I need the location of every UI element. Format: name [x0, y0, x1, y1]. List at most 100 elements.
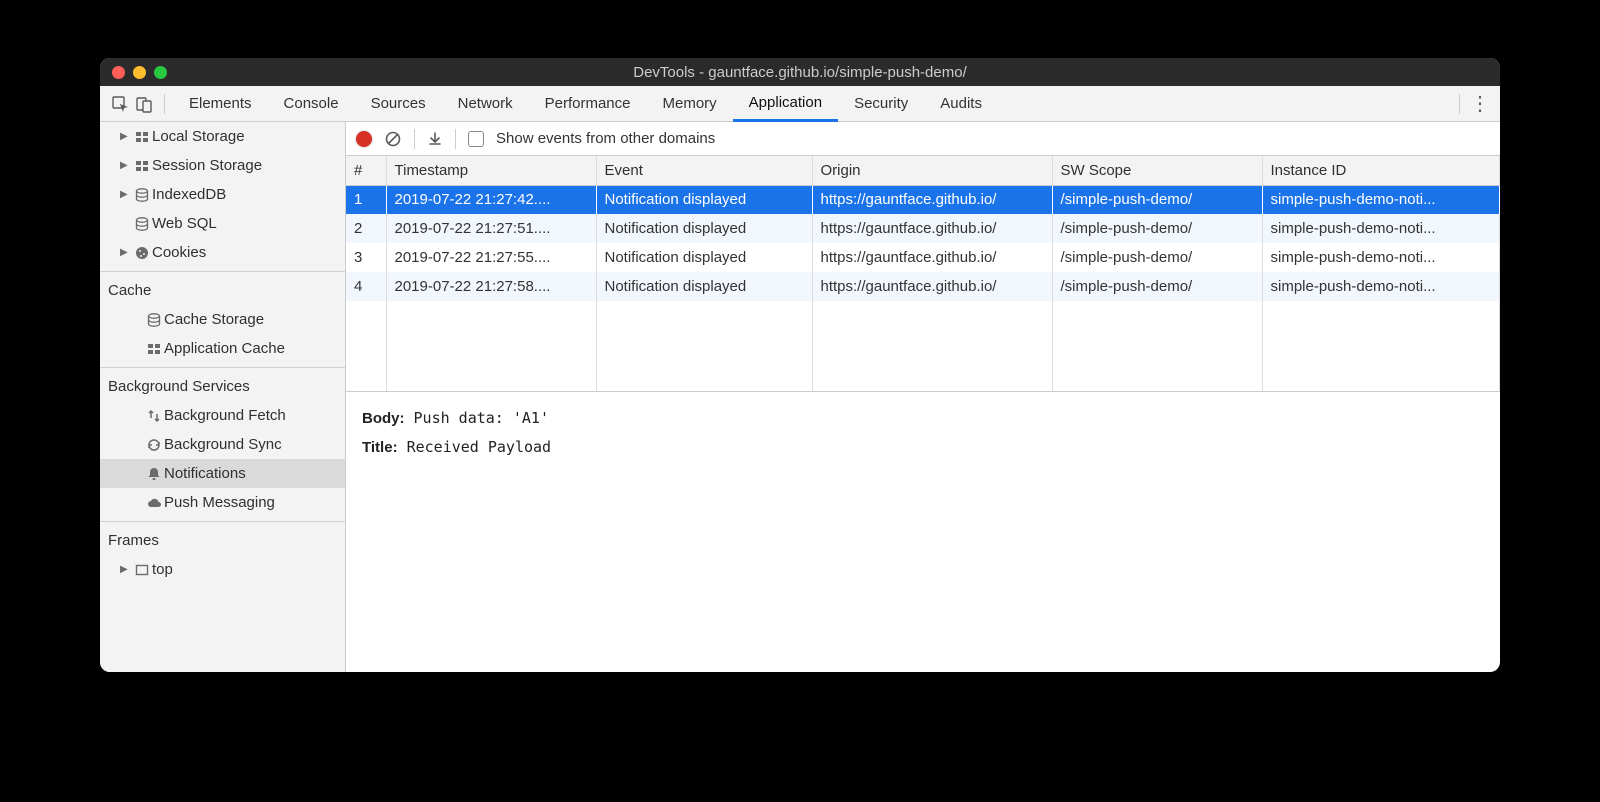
- item-icon: [144, 312, 164, 328]
- show-other-domains-checkbox[interactable]: [468, 131, 484, 147]
- tab-sources[interactable]: Sources: [355, 86, 442, 122]
- detail-title-label: Title:: [362, 439, 398, 456]
- tab-performance[interactable]: Performance: [529, 86, 647, 122]
- expand-arrow-icon: ▶: [120, 160, 132, 171]
- cell-origin: https://gauntface.github.io/: [812, 243, 1052, 272]
- cell-scope: /simple-push-demo/: [1052, 272, 1262, 301]
- sidebar-item-label: Web SQL: [152, 215, 217, 232]
- item-icon: [144, 466, 164, 482]
- cell-instance: simple-push-demo-noti...: [1262, 214, 1500, 243]
- cell-scope: /simple-push-demo/: [1052, 214, 1262, 243]
- cell-ts: 2019-07-22 21:27:58....: [386, 272, 596, 301]
- expand-arrow-icon: ▶: [120, 564, 132, 575]
- sidebar-item-indexeddb[interactable]: ▶IndexedDB: [100, 180, 345, 209]
- window-title: DevTools - gauntface.github.io/simple-pu…: [633, 64, 967, 81]
- sidebar-item-application-cache[interactable]: Application Cache: [100, 334, 345, 363]
- item-icon: [132, 187, 152, 203]
- download-icon[interactable]: [427, 131, 443, 147]
- col-header[interactable]: #: [346, 156, 386, 185]
- col-header[interactable]: SW Scope: [1052, 156, 1262, 185]
- inspect-element-icon[interactable]: [108, 95, 132, 113]
- show-other-domains-label: Show events from other domains: [496, 130, 715, 147]
- table-row[interactable]: 32019-07-22 21:27:55....Notification dis…: [346, 243, 1500, 272]
- cell-ts: 2019-07-22 21:27:55....: [386, 243, 596, 272]
- cell-instance: simple-push-demo-noti...: [1262, 243, 1500, 272]
- sidebar-item-web-sql[interactable]: Web SQL: [100, 209, 345, 238]
- tab-memory[interactable]: Memory: [647, 86, 733, 122]
- cell-num: 4: [346, 272, 386, 301]
- sidebar-item-label: Notifications: [164, 465, 246, 482]
- sidebar-item-cache-storage[interactable]: Cache Storage: [100, 305, 345, 334]
- cell-scope: /simple-push-demo/: [1052, 243, 1262, 272]
- application-sidebar: ▶ Local Storage ▶ Session Storage ▶IndexedDB…: [100, 122, 346, 672]
- cell-event: Notification displayed: [596, 243, 812, 272]
- devtools-window: DevTools - gauntface.github.io/simple-pu…: [100, 58, 1500, 672]
- col-header[interactable]: Timestamp: [386, 156, 596, 185]
- cell-ts: 2019-07-22 21:27:51....: [386, 214, 596, 243]
- table-row[interactable]: 12019-07-22 21:27:42....Notification dis…: [346, 185, 1500, 214]
- cell-num: 3: [346, 243, 386, 272]
- table-filler: [346, 301, 1500, 391]
- item-icon: [132, 562, 152, 578]
- cell-origin: https://gauntface.github.io/: [812, 214, 1052, 243]
- sidebar-item-label: Cache Storage: [164, 311, 264, 328]
- item-icon: [144, 495, 164, 511]
- item-icon: [132, 216, 152, 232]
- sidebar-item-local-storage[interactable]: ▶ Local Storage: [100, 122, 345, 151]
- cell-instance: simple-push-demo-noti...: [1262, 272, 1500, 301]
- detail-body-value: Push data: 'A1': [414, 409, 549, 427]
- cell-origin: https://gauntface.github.io/: [812, 272, 1052, 301]
- sidebar-item-push-messaging[interactable]: Push Messaging: [100, 488, 345, 517]
- sidebar-item-session-storage[interactable]: ▶ Session Storage: [100, 151, 345, 180]
- tab-audits[interactable]: Audits: [924, 86, 998, 122]
- clear-icon[interactable]: [384, 130, 402, 148]
- table-row[interactable]: 42019-07-22 21:27:58....Notification dis…: [346, 272, 1500, 301]
- group-title-cache: Cache: [100, 272, 345, 305]
- cell-num: 2: [346, 214, 386, 243]
- cell-event: Notification displayed: [596, 185, 812, 214]
- maximize-window-button[interactable]: [154, 66, 167, 79]
- col-header[interactable]: Instance ID: [1262, 156, 1500, 185]
- col-header[interactable]: Event: [596, 156, 812, 185]
- minimize-window-button[interactable]: [133, 66, 146, 79]
- item-icon: [144, 341, 164, 357]
- event-details: Body: Push data: 'A1' Title: Received Pa…: [346, 392, 1500, 475]
- cell-ts: 2019-07-22 21:27:42....: [386, 185, 596, 214]
- tab-console[interactable]: Console: [268, 86, 355, 122]
- expand-arrow-icon: ▶: [120, 131, 132, 142]
- table-row[interactable]: 22019-07-22 21:27:51....Notification dis…: [346, 214, 1500, 243]
- record-button[interactable]: [356, 131, 372, 147]
- cell-event: Notification displayed: [596, 214, 812, 243]
- sidebar-item-label: Application Cache: [164, 340, 285, 357]
- item-icon: [132, 129, 152, 145]
- sidebar-item-label: Cookies: [152, 244, 206, 261]
- sidebar-item-label: Session Storage: [152, 157, 262, 174]
- tab-network[interactable]: Network: [442, 86, 529, 122]
- sidebar-item-notifications[interactable]: Notifications: [100, 459, 345, 488]
- devtools-tabs: ElementsConsoleSourcesNetworkPerformance…: [100, 86, 1500, 122]
- sidebar-item-label: Local Storage: [152, 128, 245, 145]
- window-controls: [112, 66, 167, 79]
- cell-origin: https://gauntface.github.io/: [812, 185, 1052, 214]
- main-panel: Show events from other domains #Timestam…: [346, 122, 1500, 672]
- sidebar-item-label: Background Fetch: [164, 407, 286, 424]
- tab-elements[interactable]: Elements: [173, 86, 268, 122]
- tab-security[interactable]: Security: [838, 86, 924, 122]
- group-title-frames: Frames: [100, 522, 345, 555]
- sidebar-item-top[interactable]: ▶top: [100, 555, 345, 584]
- col-header[interactable]: Origin: [812, 156, 1052, 185]
- close-window-button[interactable]: [112, 66, 125, 79]
- sidebar-item-background-fetch[interactable]: Background Fetch: [100, 401, 345, 430]
- titlebar: DevTools - gauntface.github.io/simple-pu…: [100, 58, 1500, 86]
- cell-instance: simple-push-demo-noti...: [1262, 185, 1500, 214]
- sidebar-item-cookies[interactable]: ▶ Cookies: [100, 238, 345, 267]
- expand-arrow-icon: ▶: [120, 247, 132, 258]
- more-menu-icon[interactable]: ⋮: [1468, 91, 1492, 116]
- detail-body-label: Body:: [362, 410, 405, 427]
- item-icon: [144, 437, 164, 453]
- sidebar-item-background-sync[interactable]: Background Sync: [100, 430, 345, 459]
- expand-arrow-icon: ▶: [120, 189, 132, 200]
- detail-title-value: Received Payload: [407, 438, 552, 456]
- device-toolbar-icon[interactable]: [132, 95, 156, 113]
- tab-application[interactable]: Application: [733, 86, 838, 122]
